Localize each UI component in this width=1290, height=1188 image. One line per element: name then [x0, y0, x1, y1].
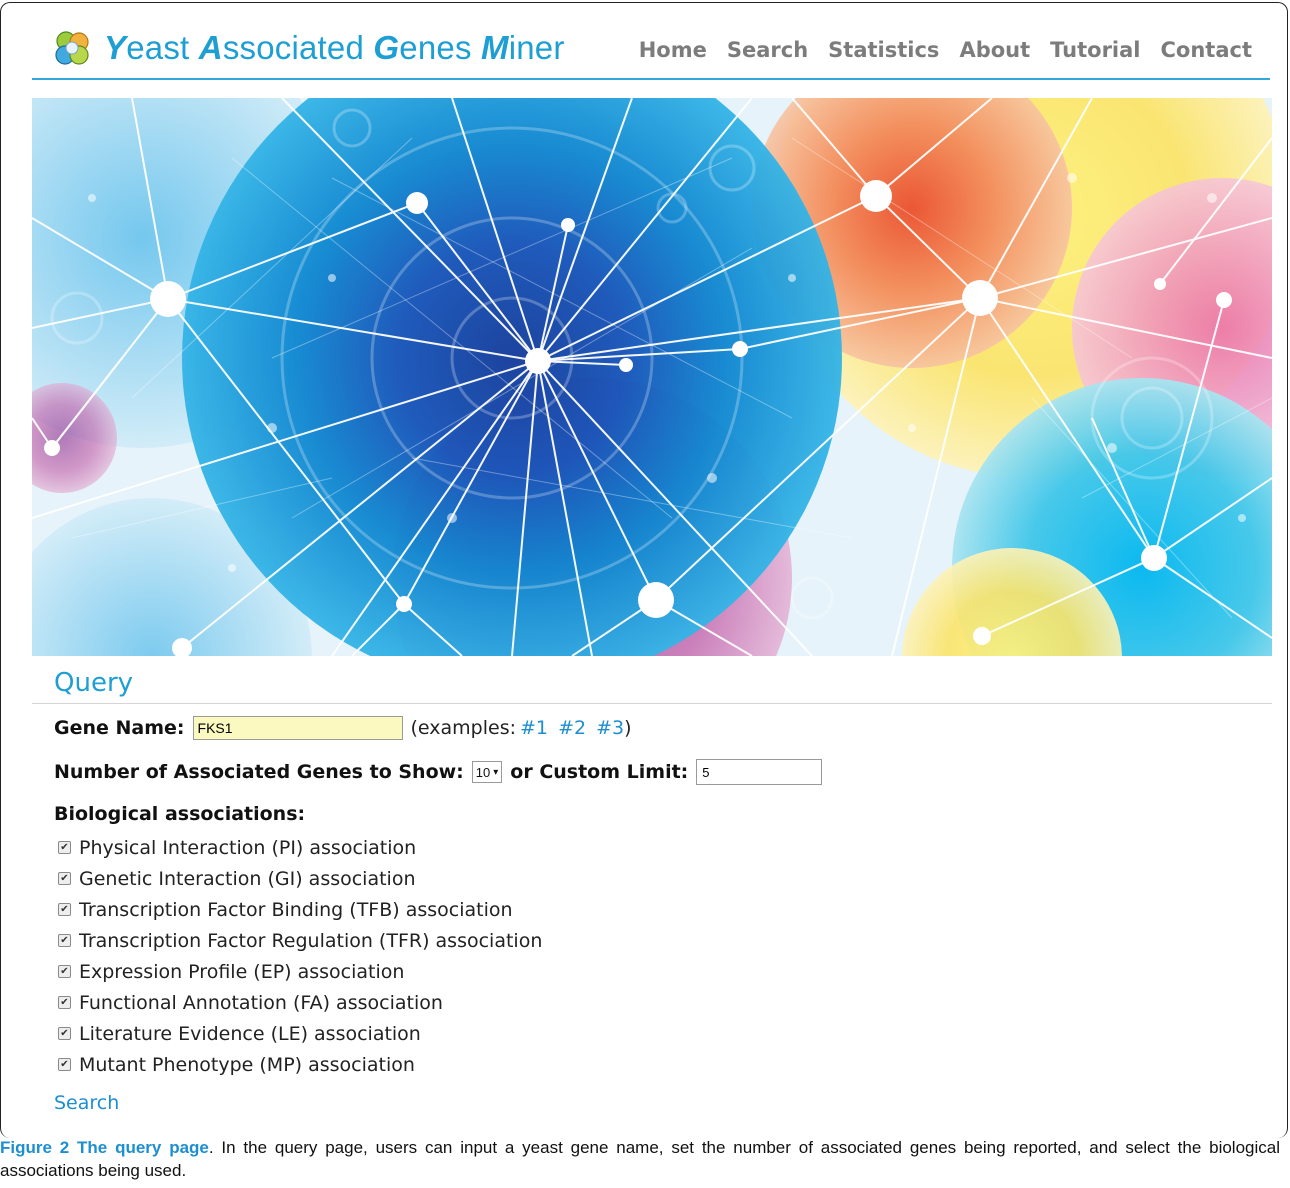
checkbox-checked-icon[interactable]: ✔ — [58, 841, 71, 854]
nav-home-link[interactable]: Home — [639, 38, 707, 62]
association-item-gi[interactable]: ✔ Genetic Interaction (GI) association — [58, 863, 542, 894]
examples-prefix: (examples: — [410, 717, 517, 739]
associations-heading-row: Biological associations: — [54, 803, 305, 825]
gene-name-label: Gene Name: — [54, 717, 185, 739]
custom-limit-input[interactable] — [696, 759, 823, 785]
search-button[interactable]: Search — [54, 1092, 119, 1114]
custom-limit-label: or Custom Limit: — [510, 761, 689, 783]
association-label: Transcription Factor Regulation (TFR) as… — [79, 929, 543, 952]
title-initial: A — [198, 29, 223, 66]
title-initial: G — [373, 29, 400, 66]
section-divider — [32, 703, 1272, 704]
site-logo[interactable]: Yeast Associated Genes Miner — [52, 28, 565, 68]
checkbox-checked-icon[interactable]: ✔ — [58, 1058, 71, 1071]
examples-suffix: ) — [624, 717, 632, 739]
example-link-3[interactable]: #3 — [596, 717, 624, 739]
title-initial: M — [481, 29, 509, 66]
gene-name-input[interactable] — [192, 716, 403, 740]
association-item-tfr[interactable]: ✔ Transcription Factor Regulation (TFR) … — [58, 925, 542, 956]
checkbox-checked-icon[interactable]: ✔ — [58, 872, 71, 885]
association-item-ep[interactable]: ✔ Expression Profile (EP) association — [58, 956, 542, 987]
site-header: Yeast Associated Genes Miner Home Search… — [32, 22, 1270, 80]
number-select[interactable]: 10 ▾ — [471, 761, 503, 783]
checkbox-checked-icon[interactable]: ✔ — [58, 934, 71, 947]
nav-search-link[interactable]: Search — [727, 38, 808, 62]
checkbox-checked-icon[interactable]: ✔ — [58, 903, 71, 916]
number-label: Number of Associated Genes to Show: — [54, 761, 464, 783]
association-item-tfb[interactable]: ✔ Transcription Factor Binding (TFB) ass… — [58, 894, 542, 925]
dropdown-caret-icon: ▾ — [493, 766, 499, 778]
title-rest: east — [126, 29, 199, 66]
association-label: Expression Profile (EP) association — [79, 960, 405, 983]
association-item-le[interactable]: ✔ Literature Evidence (LE) association — [58, 1018, 542, 1049]
number-row: Number of Associated Genes to Show: 10 ▾… — [54, 759, 823, 785]
associations-heading: Biological associations: — [54, 803, 306, 825]
association-item-mp[interactable]: ✔ Mutant Phenotype (MP) association — [58, 1049, 542, 1080]
figure-caption: Figure 2 The query page. In the query pa… — [0, 1136, 1280, 1182]
association-label: Functional Annotation (FA) association — [79, 991, 443, 1014]
association-label: Mutant Phenotype (MP) association — [79, 1053, 415, 1076]
example-link-1[interactable]: #1 — [520, 717, 548, 739]
association-label: Genetic Interaction (GI) association — [79, 867, 416, 890]
title-rest: enes — [399, 29, 482, 66]
nav-contact-link[interactable]: Contact — [1161, 38, 1253, 62]
association-label: Physical Interaction (PI) association — [79, 836, 417, 859]
title-rest: ssociated — [222, 29, 374, 66]
main-nav: Home Search Statistics About Tutorial Co… — [639, 38, 1252, 62]
association-list: ✔ Physical Interaction (PI) association … — [58, 832, 542, 1080]
checkbox-checked-icon[interactable]: ✔ — [58, 965, 71, 978]
yeast-cluster-logo-icon — [55, 31, 89, 65]
gene-name-row: Gene Name: (examples:#1 #2 #3) — [54, 716, 632, 740]
query-section-title: Query — [54, 668, 134, 698]
caption-title: Figure 2 The query page — [0, 1138, 209, 1157]
example-link-2[interactable]: #2 — [558, 717, 586, 739]
site-title: Yeast Associated Genes Miner — [104, 29, 565, 67]
title-initial: Y — [104, 29, 127, 66]
examples-group: (examples: #1 #2 #3) — [411, 717, 632, 739]
nav-statistics-link[interactable]: Statistics — [828, 38, 939, 62]
nav-tutorial-link[interactable]: Tutorial — [1050, 38, 1140, 62]
association-item-pi[interactable]: ✔ Physical Interaction (PI) association — [58, 832, 542, 863]
association-label: Transcription Factor Binding (TFB) assoc… — [79, 898, 513, 921]
association-label: Literature Evidence (LE) association — [79, 1022, 421, 1045]
checkbox-checked-icon[interactable]: ✔ — [58, 1027, 71, 1040]
nav-about-link[interactable]: About — [959, 38, 1030, 62]
association-item-fa[interactable]: ✔ Functional Annotation (FA) association — [58, 987, 542, 1018]
title-rest: iner — [508, 29, 565, 66]
network-banner-image — [32, 98, 1272, 656]
checkbox-checked-icon[interactable]: ✔ — [58, 996, 71, 1009]
number-select-value: 10 — [475, 764, 491, 780]
